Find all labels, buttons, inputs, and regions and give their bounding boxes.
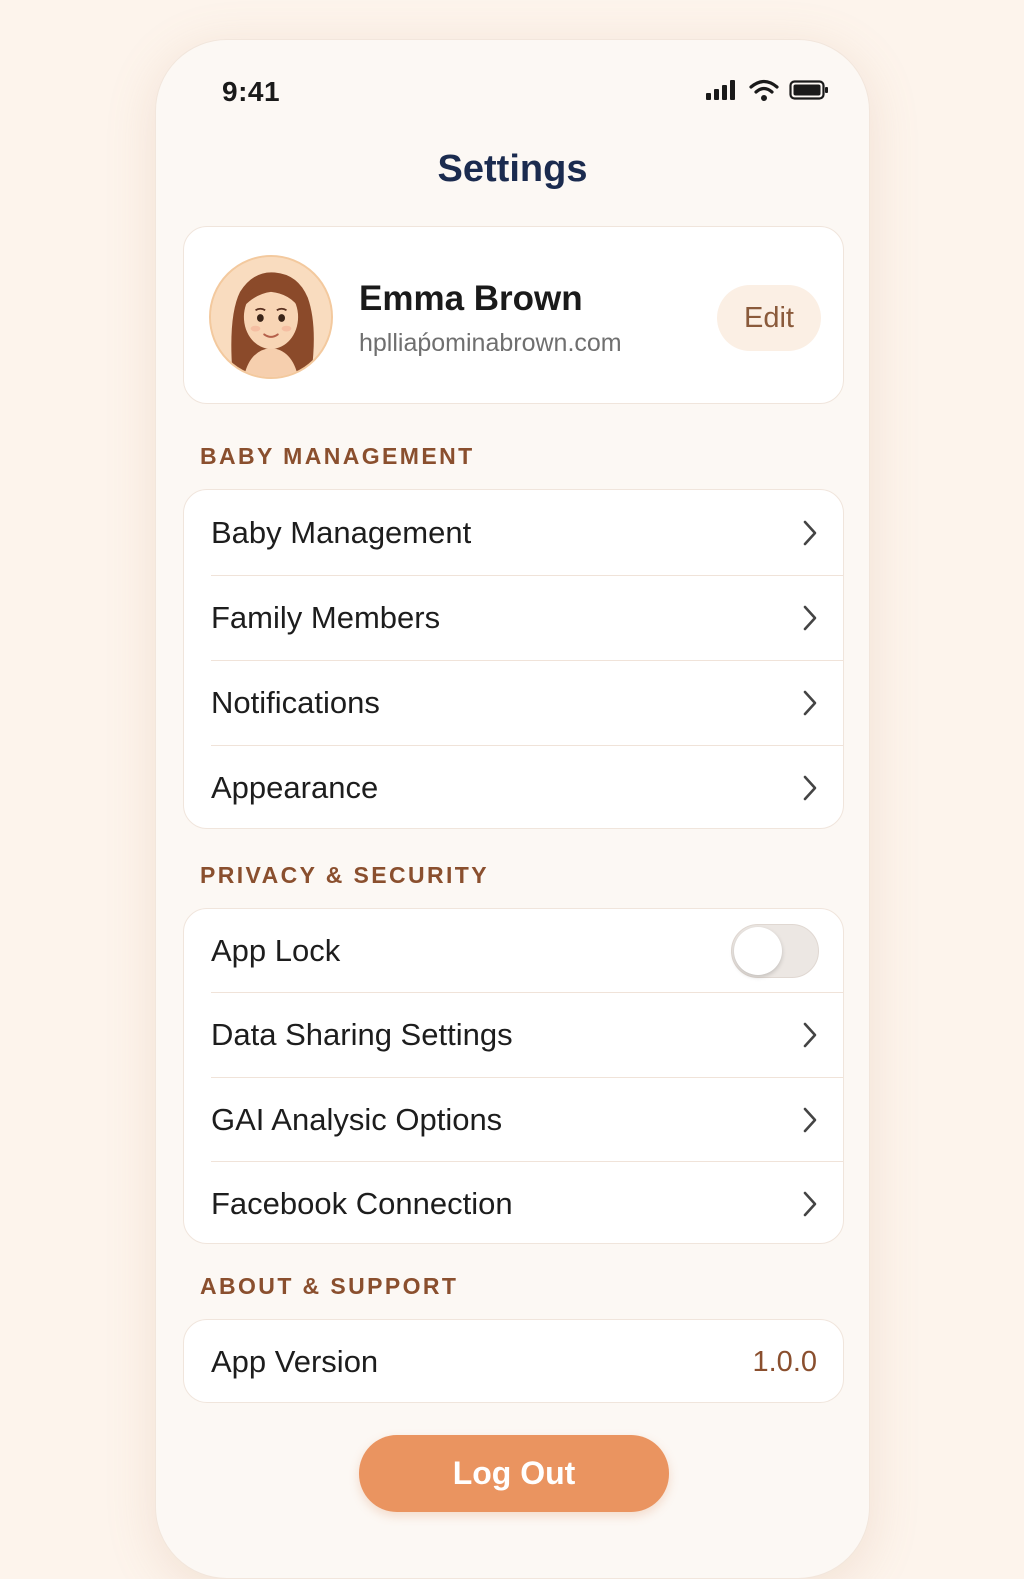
signal-icon <box>706 80 735 100</box>
chevron-right-icon <box>803 605 817 631</box>
status-icons <box>705 78 829 102</box>
section-header-about: ABOUT & SUPPORT <box>200 1273 459 1299</box>
status-time: 9:41 <box>222 76 281 107</box>
row-label: App Version <box>211 1344 379 1379</box>
profile-name: Emma Brown <box>359 279 583 318</box>
app-version-value: 1.0.0 <box>752 1345 818 1378</box>
baby-settings-card: Baby Management Family Members Notificat… <box>183 489 844 829</box>
row-label: Data Sharing Settings <box>211 1017 513 1052</box>
about-card: App Version 1.0.0 <box>183 1319 844 1403</box>
row-label: GAI Analysic Options <box>211 1101 503 1137</box>
row-label: Baby Management <box>211 514 472 550</box>
chevron-right-icon <box>803 775 817 801</box>
log-out-button[interactable]: Log Out <box>359 1435 669 1512</box>
section-header-baby: BABY MANAGEMENT <box>200 443 475 469</box>
row-label: Notifications <box>211 685 380 720</box>
chevron-right-icon <box>803 1107 817 1132</box>
app-lock-toggle[interactable] <box>731 923 819 978</box>
profile-card[interactable]: Emma Brown hplliaṕominabrown.com Edit <box>183 226 844 404</box>
row-app-lock: App Lock <box>184 909 843 992</box>
row-notifications[interactable]: Notifications <box>184 661 843 745</box>
row-app-version: App Version 1.0.0 <box>184 1320 843 1404</box>
battery-icon <box>789 80 828 100</box>
profile-email: hplliaṕominabrown.com <box>359 329 622 357</box>
status-bar: 9:41 <box>156 40 869 140</box>
row-data-sharing[interactable]: Data Sharing Settings <box>184 993 843 1077</box>
row-label: Facebook Connection <box>211 1185 513 1221</box>
chevron-right-icon <box>803 1022 817 1048</box>
privacy-settings-card: App Lock Data Sharing Settings GAI Analy… <box>183 908 844 1244</box>
row-gai-analysis[interactable]: GAI Analysic Options <box>184 1078 843 1161</box>
row-facebook-connection[interactable]: Facebook Connection <box>184 1162 843 1245</box>
row-label: Family Members <box>211 600 441 635</box>
page-title: Settings <box>437 148 588 190</box>
chevron-right-icon <box>803 690 817 716</box>
edit-profile-button[interactable]: Edit <box>717 285 821 351</box>
row-family-members[interactable]: Family Members <box>184 576 843 660</box>
chevron-right-icon <box>803 520 817 545</box>
row-baby-management[interactable]: Baby Management <box>184 490 843 575</box>
section-header-privacy: PRIVACY & SECURITY <box>200 862 490 888</box>
row-label: App Lock <box>211 932 341 968</box>
row-appearance[interactable]: Appearance <box>184 746 843 830</box>
avatar <box>209 255 333 379</box>
phone-frame: 9:41 Settings Emma Brown hplliaṕominabro… <box>155 39 870 1579</box>
wifi-icon <box>749 79 779 101</box>
row-label: Appearance <box>211 770 379 805</box>
chevron-right-icon <box>803 1191 817 1216</box>
toggle-knob <box>734 926 782 975</box>
